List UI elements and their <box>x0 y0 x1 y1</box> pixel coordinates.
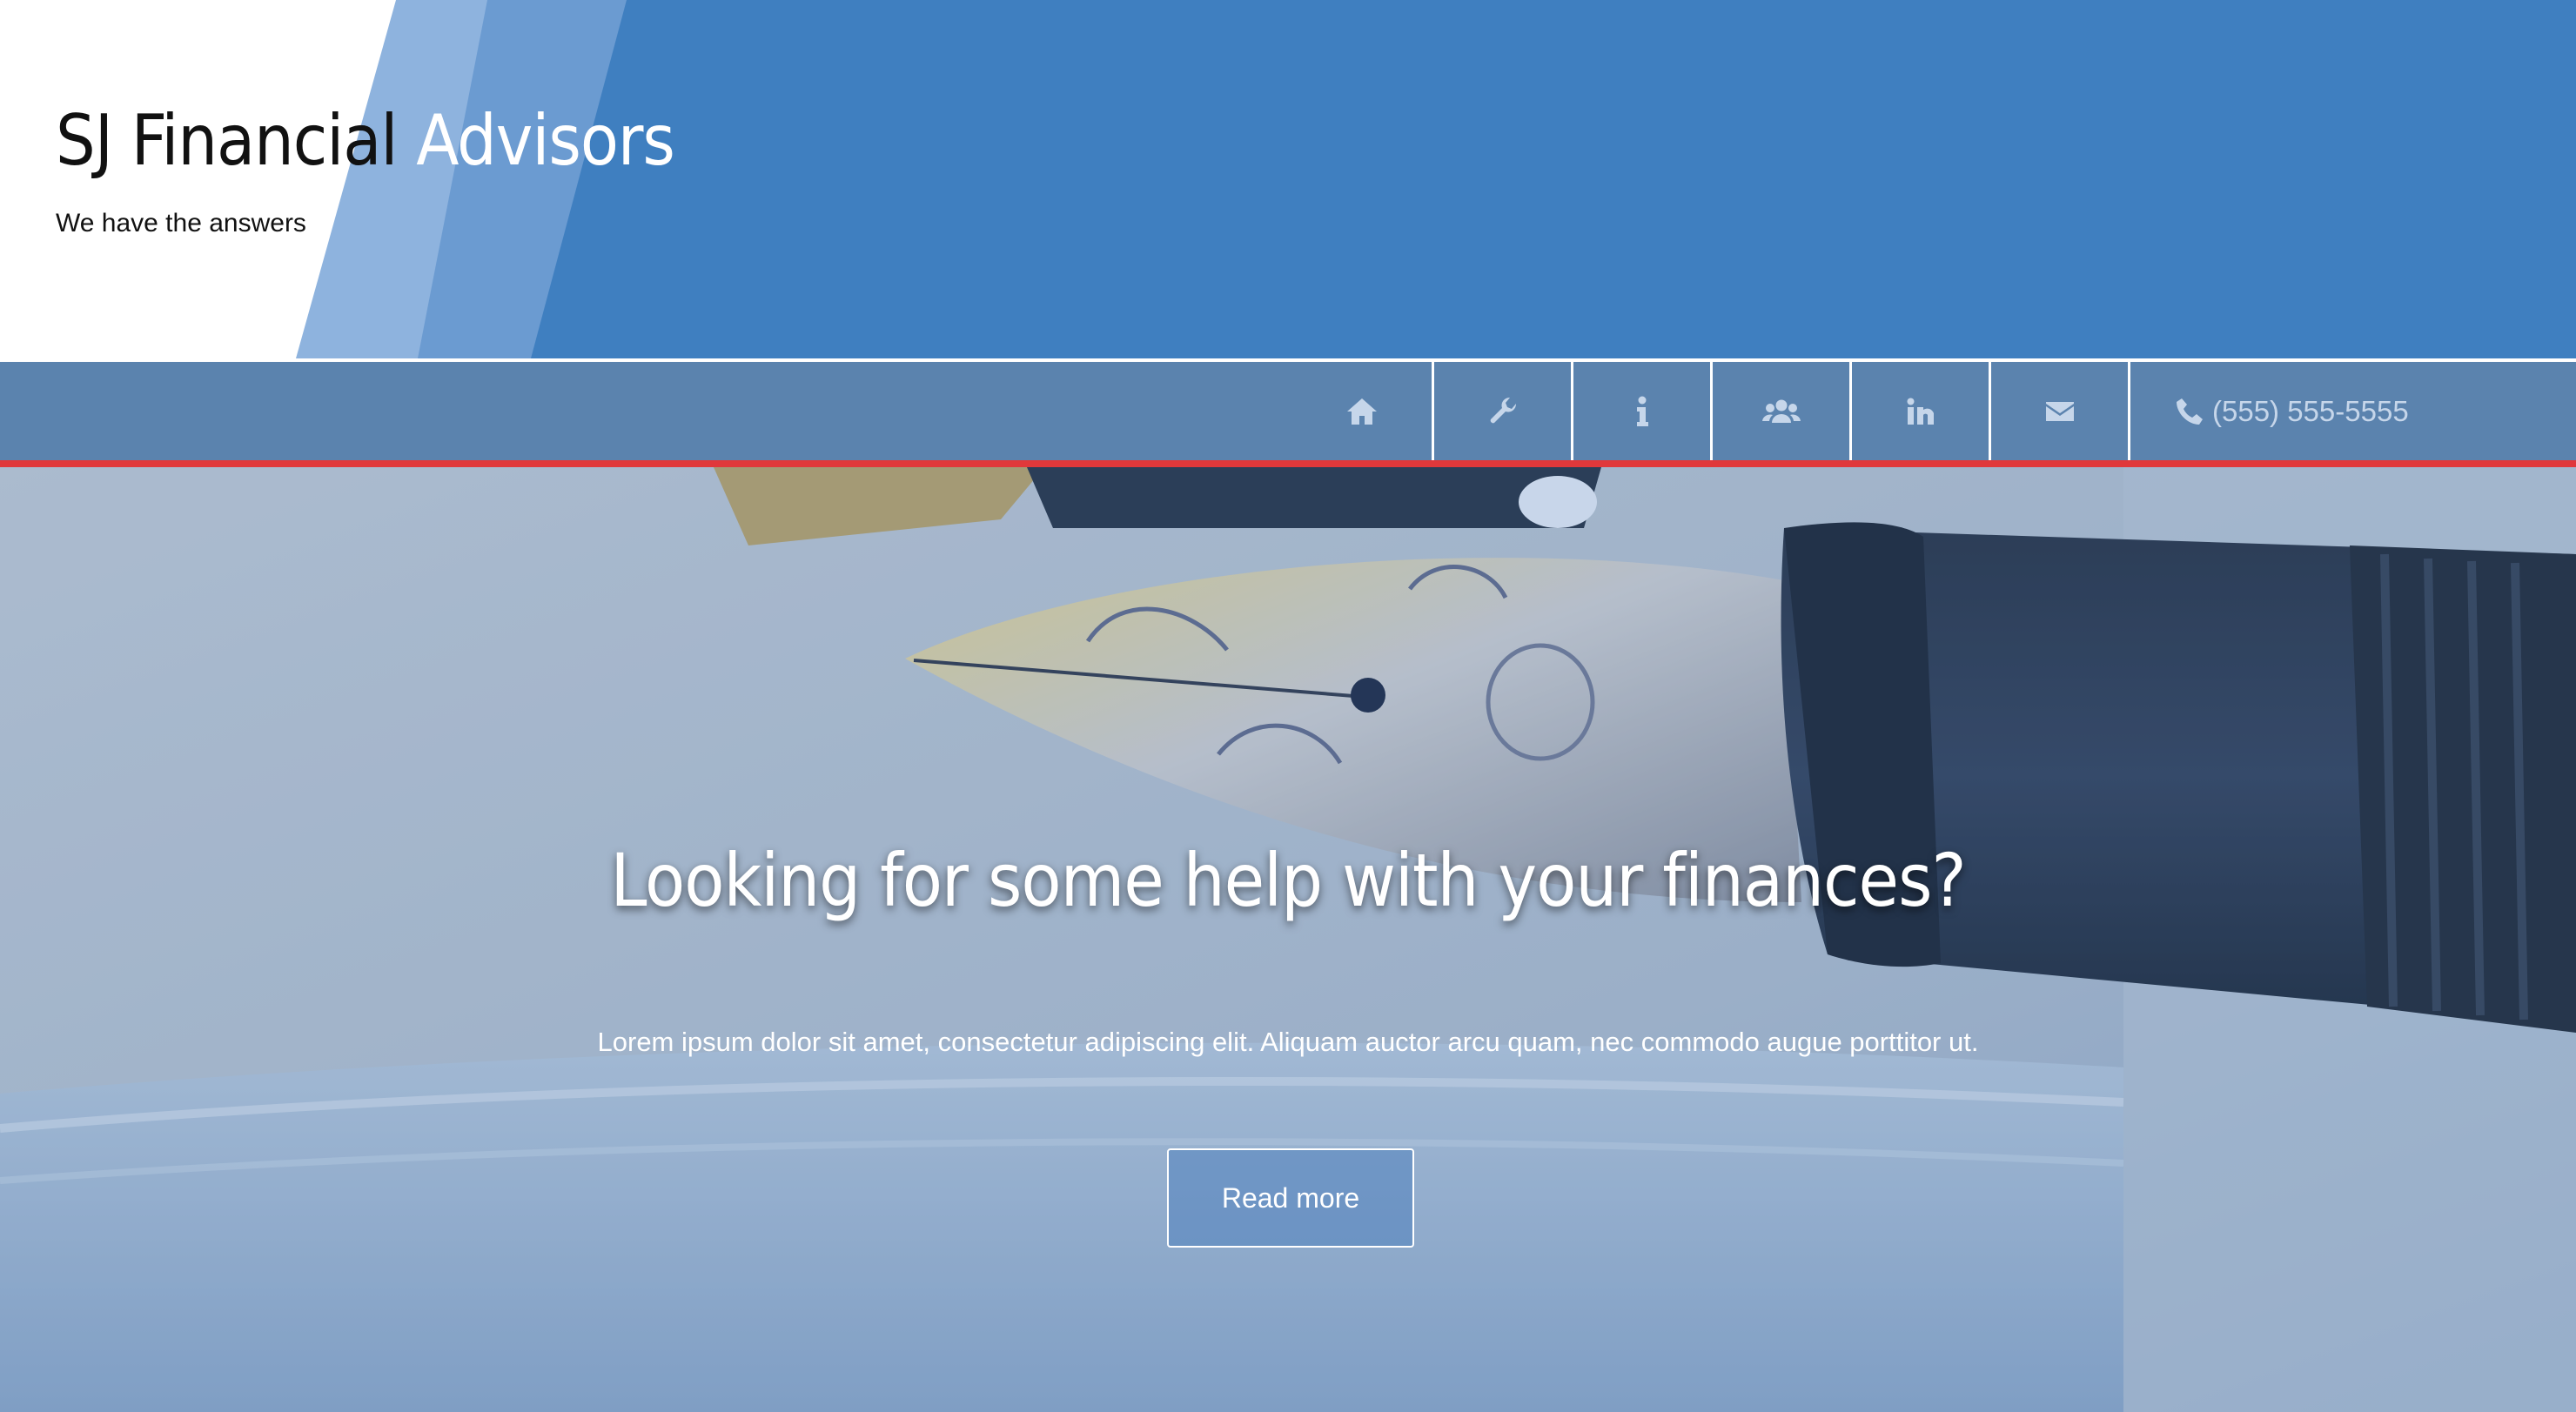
site-logo-title[interactable]: SJ Financial Advisors <box>56 106 675 176</box>
nav-item-phone[interactable]: (555) 555-5555 <box>2128 362 2415 460</box>
read-more-button[interactable]: Read more <box>1167 1148 1414 1248</box>
home-icon <box>1347 398 1377 425</box>
nav-item-team[interactable] <box>1710 362 1849 460</box>
phone-icon <box>2177 398 2203 425</box>
site-tagline: We have the answers <box>56 209 306 238</box>
nav-item-services[interactable] <box>1432 362 1571 460</box>
nav-item-linkedin[interactable] <box>1849 362 1989 460</box>
linkedin-icon <box>1907 398 1934 425</box>
wrench-icon <box>1490 397 1516 423</box>
brand-name-primary: SJ Financial <box>56 100 398 181</box>
phone-number: (555) 555-5555 <box>2212 394 2409 427</box>
nav-menu: (555) 555-5555 <box>1292 362 2415 460</box>
hero-background-image <box>0 467 2576 1412</box>
hero-section: Looking for some help with your finances… <box>0 467 2576 1412</box>
users-icon <box>1761 399 1801 423</box>
brand-name-secondary: Advisors <box>416 100 675 181</box>
nav-item-about[interactable] <box>1571 362 1710 460</box>
envelope-icon <box>2045 401 2074 421</box>
site-header: SJ Financial Advisors We have the answer… <box>0 0 2576 358</box>
nav-item-home[interactable] <box>1292 362 1432 460</box>
main-navigation: (555) 555-5555 <box>0 358 2576 467</box>
hero-heading: Looking for some help with your finances… <box>610 838 1966 923</box>
hero-description: Lorem ipsum dolor sit amet, consectetur … <box>597 1027 1979 1057</box>
nav-item-contact[interactable] <box>1989 362 2128 460</box>
info-icon <box>1636 396 1648 426</box>
